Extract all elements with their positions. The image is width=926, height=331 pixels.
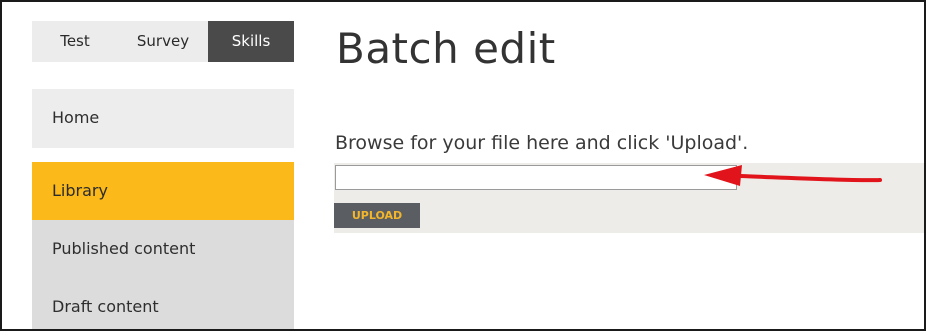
app-frame: Test Survey Skills Home Library Publishe… <box>0 0 926 331</box>
sidebar-item-draft-content[interactable]: Draft content <box>32 278 294 329</box>
annotation-arrow-icon <box>704 165 882 186</box>
top-tabs: Test Survey Skills <box>32 21 294 62</box>
upload-button[interactable]: UPLOAD <box>334 203 420 228</box>
tab-skills[interactable]: Skills <box>208 21 294 62</box>
sidebar-item-library[interactable]: Library <box>32 162 294 220</box>
sidebar-item-home[interactable]: Home <box>32 89 294 148</box>
sidebar-item-published-content[interactable]: Published content <box>32 220 294 278</box>
tab-survey[interactable]: Survey <box>118 21 208 62</box>
page-title: Batch edit <box>336 24 556 73</box>
file-input[interactable] <box>335 165 737 190</box>
tab-test[interactable]: Test <box>32 21 118 62</box>
upload-instructions: Browse for your file here and click 'Upl… <box>335 132 749 154</box>
